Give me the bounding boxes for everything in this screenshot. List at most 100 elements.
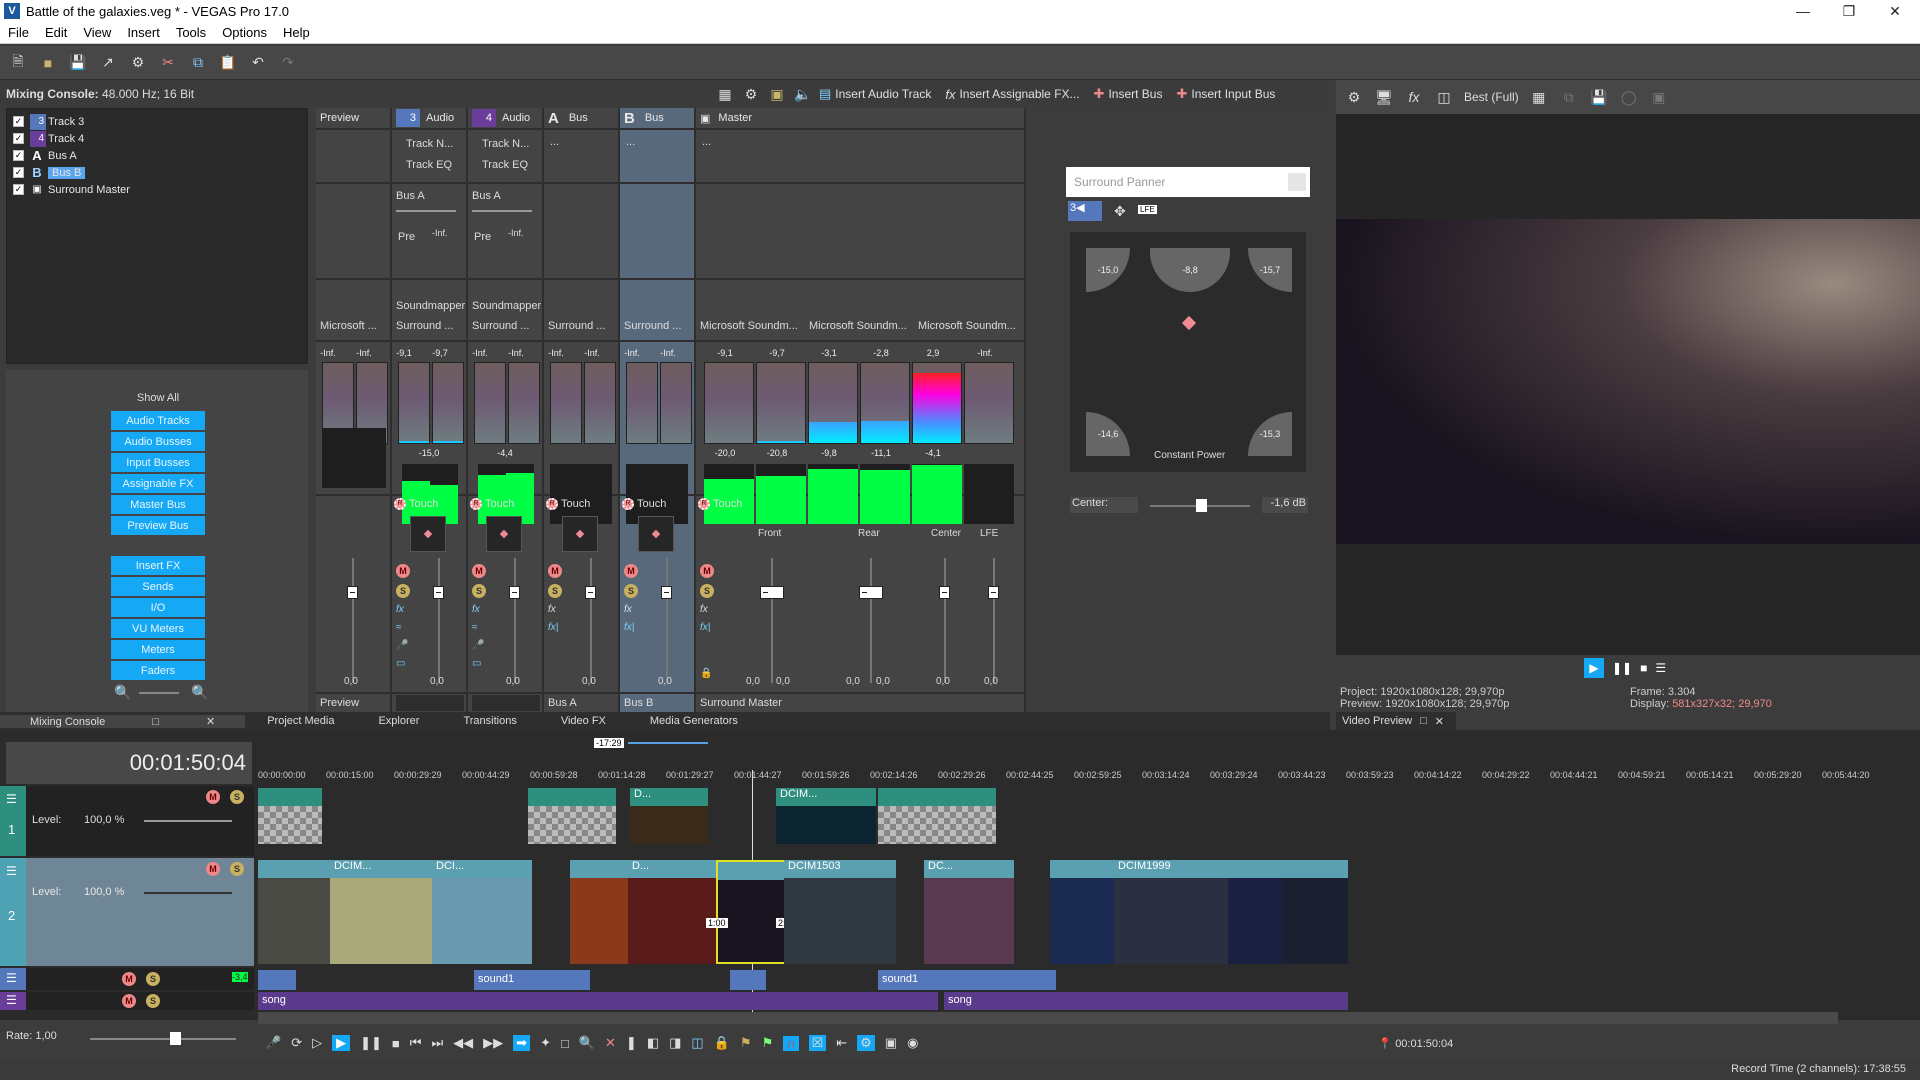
automation-mode[interactable]: R Touch xyxy=(394,498,438,510)
solo-icon[interactable]: S xyxy=(624,584,638,598)
video-clip[interactable] xyxy=(1228,860,1284,964)
output-device[interactable]: Microsoft Soundm... xyxy=(700,320,798,332)
dim-output-icon[interactable]: 🔈 xyxy=(793,84,813,104)
menu-insert[interactable]: Insert xyxy=(127,25,160,40)
channel-name[interactable]: Bus A xyxy=(544,692,618,712)
fx-slot[interactable]: ... xyxy=(702,136,711,148)
video-clip[interactable]: DCIM... xyxy=(776,788,876,844)
preview-settings-icon[interactable]: ⚙ xyxy=(1344,87,1364,107)
video-fx-icon[interactable]: fx xyxy=(1404,87,1424,107)
solo-icon[interactable]: S xyxy=(700,584,714,598)
play-from-start-icon[interactable]: ▷ xyxy=(312,1035,322,1051)
record-arm-icon[interactable]: 🎤 xyxy=(472,640,484,651)
copy-snapshot-icon[interactable]: ⧉ xyxy=(1559,87,1579,107)
song-clip[interactable]: song xyxy=(944,992,1348,1010)
delete-icon[interactable]: ✕ xyxy=(605,1035,616,1051)
zoom-slider[interactable] xyxy=(139,692,179,694)
io-slot[interactable]: Microsoft ... xyxy=(316,282,390,342)
marker-icon[interactable]: ⚑ xyxy=(740,1035,752,1051)
fx-icon[interactable]: fx xyxy=(396,604,404,615)
tab-media-generators[interactable]: Media Generators xyxy=(628,715,760,727)
section-faders[interactable]: Faders xyxy=(111,661,205,680)
channel-list-item[interactable]: ✓ 4 Track 4 xyxy=(7,130,307,147)
video-clip[interactable] xyxy=(570,860,630,964)
solo-icon[interactable]: S xyxy=(472,584,486,598)
video-clip[interactable] xyxy=(258,788,322,844)
mute-icon[interactable]: M xyxy=(548,564,562,578)
filter-audio-tracks[interactable]: Audio Tracks xyxy=(111,411,205,430)
automation-mode[interactable]: R Touch xyxy=(622,498,666,510)
solo-icon[interactable]: S xyxy=(146,994,160,1008)
track-header-2[interactable]: ☰ 2 Level: 100,0 % M S xyxy=(0,858,254,966)
video-clip[interactable]: DCIM1503 xyxy=(784,860,896,964)
mute-icon[interactable]: M xyxy=(700,564,714,578)
section-io[interactable]: I/O xyxy=(111,598,205,617)
fx-bypass-icon[interactable]: fx| xyxy=(548,622,558,633)
minimize-button[interactable]: — xyxy=(1780,0,1826,22)
mute-icon[interactable]: M xyxy=(206,790,220,804)
center-fader-knob[interactable] xyxy=(939,586,950,599)
output-device[interactable]: Surround ... xyxy=(472,320,529,332)
mute-icon[interactable]: M xyxy=(624,564,638,578)
move-icon[interactable]: ✥ xyxy=(1114,203,1126,220)
input-monitor-icon[interactable]: ▭ xyxy=(396,658,405,669)
mute-icon[interactable]: M xyxy=(206,862,220,876)
mute-icon[interactable]: M xyxy=(472,564,486,578)
visibility-checkbox[interactable]: ✓ xyxy=(13,167,24,178)
fx-icon[interactable]: fx xyxy=(624,604,632,615)
automation-mode[interactable]: R Touch xyxy=(470,498,514,510)
automation-mode[interactable]: R Touch xyxy=(698,498,742,510)
channel-name[interactable]: Surround Master xyxy=(696,692,1024,712)
close-tab-icon[interactable]: ✕ xyxy=(1435,715,1444,728)
surround-pan-thumbnail[interactable] xyxy=(410,516,446,552)
lfe-fader-knob[interactable] xyxy=(988,586,999,599)
level-slider[interactable] xyxy=(144,820,232,822)
video-clip[interactable]: DC... xyxy=(924,860,1014,964)
record-arm-icon[interactable]: 🎤 xyxy=(396,640,408,651)
video-clip[interactable]: DCI... xyxy=(432,860,532,964)
solo-icon[interactable]: S xyxy=(230,862,244,876)
new-file-icon[interactable]: 🗎 xyxy=(8,53,28,73)
fx-slot[interactable]: Track N... xyxy=(406,138,453,150)
video-clip[interactable] xyxy=(1050,860,1116,964)
time-ruler[interactable]: 00:00:00:00 00:00:15:00 00:00:29:29 00:00:4… xyxy=(258,770,1898,784)
hdr-icon[interactable]: ▣ xyxy=(1649,87,1669,107)
fader-knob[interactable] xyxy=(509,586,520,599)
video-clip-selected[interactable] xyxy=(716,860,786,964)
fader-knob[interactable] xyxy=(433,586,444,599)
solo-icon[interactable]: S xyxy=(548,584,562,598)
ripple-icon[interactable]: ⇤ xyxy=(836,1035,847,1051)
go-to-end-icon[interactable]: ⏭ xyxy=(431,1035,443,1051)
vr-icon[interactable]: ◯ xyxy=(1619,87,1639,107)
filter-master-bus[interactable]: Master Bus xyxy=(111,495,205,514)
menu-view[interactable]: View xyxy=(83,25,111,40)
downmix-icon[interactable]: ▣ xyxy=(767,84,787,104)
video-clip[interactable] xyxy=(258,860,332,964)
snapping-icon[interactable]: ∩ xyxy=(783,1035,799,1051)
video-clip[interactable] xyxy=(528,788,616,844)
previous-frame-icon[interactable]: ◀◀ xyxy=(453,1035,473,1051)
eq-icon[interactable]: ≈ xyxy=(472,622,478,633)
menu-edit[interactable]: Edit xyxy=(45,25,67,40)
close-tab-icon[interactable]: ✕ xyxy=(184,716,237,728)
undock-icon[interactable]: □ xyxy=(1420,715,1427,727)
input-monitor-icon[interactable]: ▭ xyxy=(472,658,481,669)
filter-input-busses[interactable]: Input Busses xyxy=(111,453,205,472)
lock-icon[interactable]: 🔒 xyxy=(700,668,712,679)
video-clip[interactable]: D... xyxy=(630,788,708,844)
surround-pan-thumbnail[interactable] xyxy=(562,516,598,552)
settings-gear-icon[interactable]: ⚙ xyxy=(128,53,148,73)
zoom-tool[interactable]: 🔍 xyxy=(579,1035,595,1051)
split-screen-icon[interactable]: ◫ xyxy=(1434,87,1454,107)
trim-end-icon[interactable]: ◨ xyxy=(669,1035,681,1051)
mute-icon[interactable]: M xyxy=(122,994,136,1008)
visibility-checkbox[interactable]: ✓ xyxy=(13,184,24,195)
show-all-button[interactable]: Show All xyxy=(111,392,205,404)
save-snapshot-icon[interactable]: 💾 xyxy=(1589,87,1609,107)
envelope-tool[interactable]: ✦ xyxy=(540,1035,551,1051)
copy-icon[interactable]: ⧉ xyxy=(188,53,208,73)
fx-icon[interactable]: fx xyxy=(700,604,708,615)
redo-icon[interactable]: ↷ xyxy=(278,53,298,73)
send-slider[interactable] xyxy=(396,210,456,212)
track-header-3[interactable]: ☰ M S -3,4 xyxy=(0,968,254,990)
